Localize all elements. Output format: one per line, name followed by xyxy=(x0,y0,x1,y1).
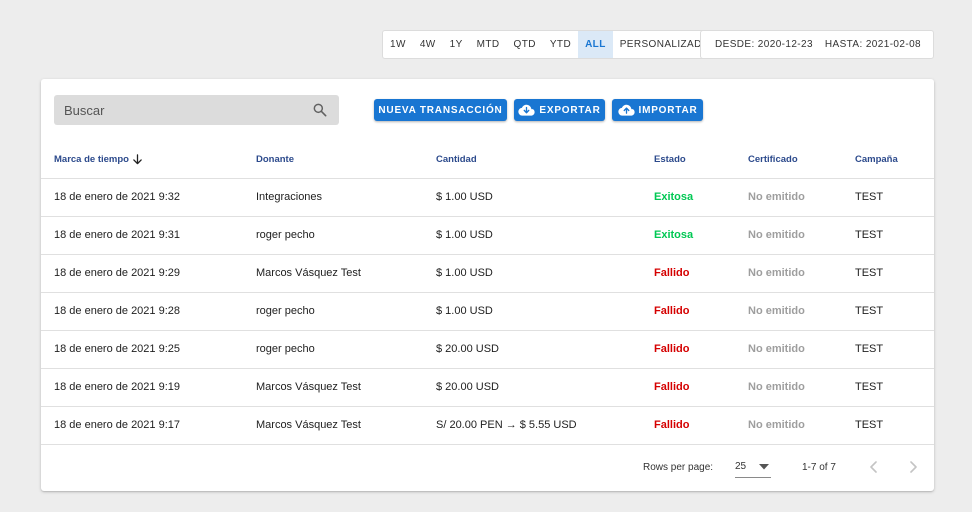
search-box xyxy=(54,95,339,125)
cell-campaign: TEST xyxy=(855,406,934,445)
cell-campaign: TEST xyxy=(855,292,934,331)
range-btn-1y[interactable]: 1Y xyxy=(443,31,470,58)
chevron-left-icon[interactable] xyxy=(866,459,882,475)
transactions-table: Marca de tiempo Donante Cantidad Estado … xyxy=(41,141,934,445)
cell-status: Exitosa xyxy=(654,216,748,255)
cell-campaign: TEST xyxy=(855,216,934,255)
header-amount[interactable]: Cantidad xyxy=(436,141,654,179)
cell-campaign: TEST xyxy=(855,254,934,293)
cell-timestamp: 18 de enero de 2021 9:28 xyxy=(41,292,256,331)
cell-donor: Integraciones xyxy=(256,178,436,217)
cell-certificate: No emitido xyxy=(748,292,855,331)
cell-amount: $ 1.00 USD xyxy=(436,178,654,217)
range-btn-mtd[interactable]: MTD xyxy=(470,31,507,58)
cell-campaign: TEST xyxy=(855,178,934,217)
import-button[interactable]: IMPORTAR xyxy=(612,99,703,121)
cell-amount: $ 20.00 USD xyxy=(436,330,654,369)
cloud-upload-icon xyxy=(617,104,635,116)
cell-donor: Marcos Vásquez Test xyxy=(256,406,436,445)
cell-status: Fallido xyxy=(654,368,748,407)
header-donor[interactable]: Donante xyxy=(256,141,436,179)
cell-donor: roger pecho xyxy=(256,216,436,255)
cell-amount: $ 20.00 USD xyxy=(436,368,654,407)
cell-certificate: No emitido xyxy=(748,368,855,407)
table-row[interactable]: 18 de enero de 2021 9:32 Integraciones $… xyxy=(41,178,934,217)
caret-down-icon xyxy=(759,464,769,470)
range-btn-1w[interactable]: 1W xyxy=(383,31,413,58)
cell-timestamp: 18 de enero de 2021 9:32 xyxy=(41,178,256,217)
cell-timestamp: 18 de enero de 2021 9:19 xyxy=(41,368,256,407)
cell-status: Fallido xyxy=(654,330,748,369)
range-btn-qtd[interactable]: QTD xyxy=(507,31,543,58)
cell-timestamp: 18 de enero de 2021 9:17 xyxy=(41,406,256,445)
cell-donor: roger pecho xyxy=(256,330,436,369)
cell-campaign: TEST xyxy=(855,368,934,407)
chevron-right-icon[interactable] xyxy=(905,459,921,475)
range-btn-all[interactable]: ALL xyxy=(578,31,613,58)
table-row[interactable]: 18 de enero de 2021 9:28 roger pecho $ 1… xyxy=(41,292,934,331)
cell-amount: $ 1.00 USD xyxy=(436,292,654,331)
cell-status: Fallido xyxy=(654,292,748,331)
cell-campaign: TEST xyxy=(855,330,934,369)
arrow-down-icon[interactable] xyxy=(132,154,143,165)
table-row[interactable]: 18 de enero de 2021 9:17 Marcos Vásquez … xyxy=(41,406,934,445)
cell-donor: Marcos Vásquez Test xyxy=(256,254,436,293)
date-from[interactable]: DESDE: 2020-12-23 xyxy=(715,39,813,50)
cell-certificate: No emitido xyxy=(748,254,855,293)
transactions-card: NUEVA TRANSACCIÓN EXPORTAR IMPORTAR Marc… xyxy=(41,79,934,491)
table-row[interactable]: 18 de enero de 2021 9:25 roger pecho $ 2… xyxy=(41,330,934,369)
search-input[interactable] xyxy=(64,102,311,118)
header-campaign[interactable]: Campaña xyxy=(855,141,934,179)
cell-status: Fallido xyxy=(654,254,748,293)
export-label: EXPORTAR xyxy=(539,104,601,116)
import-label: IMPORTAR xyxy=(638,104,698,116)
search-icon[interactable] xyxy=(311,101,329,119)
cell-certificate: No emitido xyxy=(748,178,855,217)
cloud-download-icon xyxy=(518,104,535,116)
pagination-footer: Rows per page: 25 1-7 of 7 xyxy=(41,452,934,482)
header-certificate[interactable]: Certificado xyxy=(748,141,855,179)
export-button[interactable]: EXPORTAR xyxy=(514,99,605,121)
table-row[interactable]: 18 de enero de 2021 9:19 Marcos Vásquez … xyxy=(41,368,934,407)
cell-timestamp: 18 de enero de 2021 9:29 xyxy=(41,254,256,293)
cell-status: Fallido xyxy=(654,406,748,445)
pagination-range: 1-7 of 7 xyxy=(802,462,836,473)
rows-per-page-select[interactable]: 25 xyxy=(735,456,771,478)
range-btn-4w[interactable]: 4W xyxy=(413,31,443,58)
cell-donor: roger pecho xyxy=(256,292,436,331)
time-range-selector: 1W 4W 1Y MTD QTD YTD ALL PERSONALIZADO xyxy=(382,30,718,59)
date-range-display: DESDE: 2020-12-23 HASTA: 2021-02-08 xyxy=(700,30,934,59)
new-transaction-button[interactable]: NUEVA TRANSACCIÓN xyxy=(374,99,507,121)
cell-amount: S/ 20.00 PEN → $ 5.55 USD xyxy=(436,406,654,445)
cell-status: Exitosa xyxy=(654,178,748,217)
date-to[interactable]: HASTA: 2021-02-08 xyxy=(825,39,921,50)
table-row[interactable]: 18 de enero de 2021 9:29 Marcos Vásquez … xyxy=(41,254,934,293)
cell-certificate: No emitido xyxy=(748,216,855,255)
new-transaction-label: NUEVA TRANSACCIÓN xyxy=(378,104,503,116)
table-row[interactable]: 18 de enero de 2021 9:31 roger pecho $ 1… xyxy=(41,216,934,255)
cell-amount: $ 1.00 USD xyxy=(436,254,654,293)
cell-certificate: No emitido xyxy=(748,406,855,445)
cell-timestamp: 18 de enero de 2021 9:31 xyxy=(41,216,256,255)
header-status[interactable]: Estado xyxy=(654,141,748,179)
cell-certificate: No emitido xyxy=(748,330,855,369)
cell-donor: Marcos Vásquez Test xyxy=(256,368,436,407)
rows-per-page-label: Rows per page: xyxy=(643,462,714,473)
table-header-row: Marca de tiempo Donante Cantidad Estado … xyxy=(41,141,934,179)
rows-per-page-value: 25 xyxy=(735,461,747,472)
cell-amount: $ 1.00 USD xyxy=(436,216,654,255)
range-btn-ytd[interactable]: YTD xyxy=(543,31,578,58)
cell-timestamp: 18 de enero de 2021 9:25 xyxy=(41,330,256,369)
header-timestamp[interactable]: Marca de tiempo xyxy=(41,141,256,179)
